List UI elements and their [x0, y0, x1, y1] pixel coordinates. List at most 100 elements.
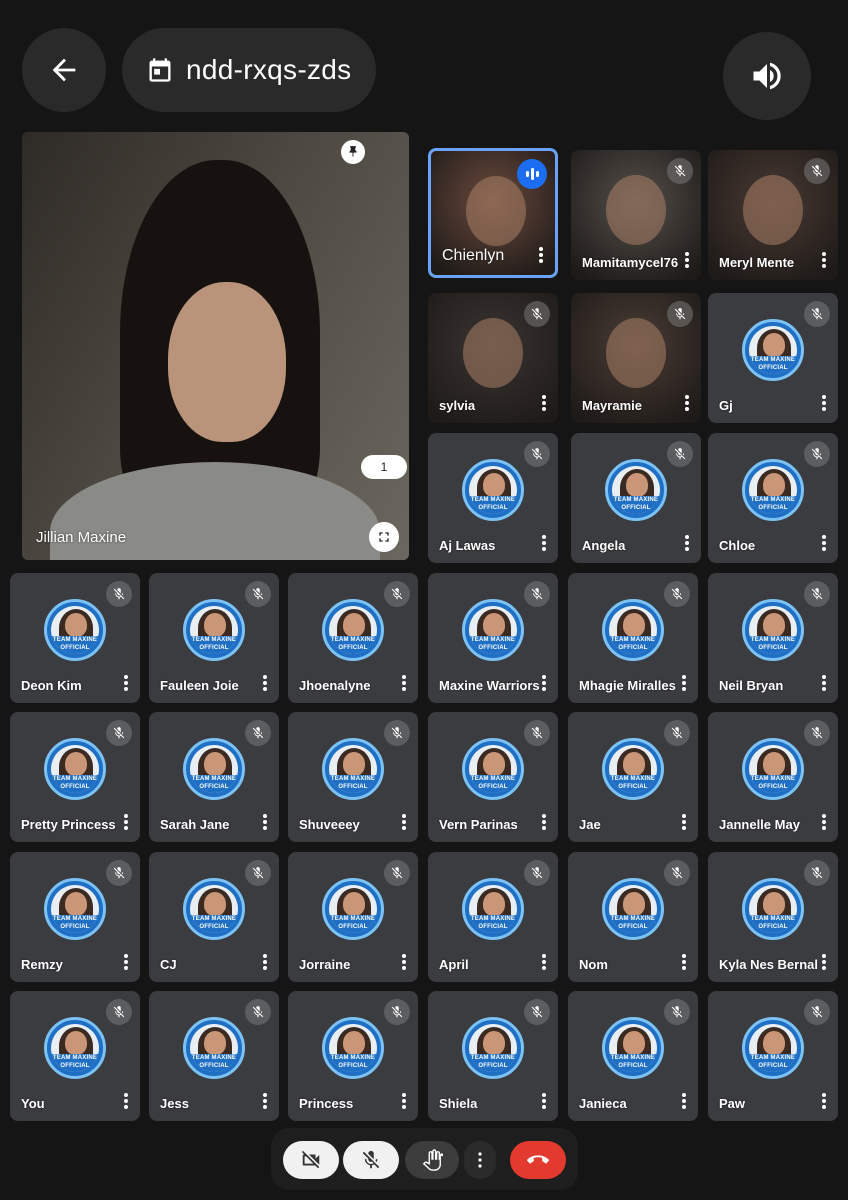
more-vert-icon[interactable] [822, 395, 826, 411]
participant-tile[interactable]: TEAM MAXINE OFFICIAL Maxine Warriors [428, 573, 558, 703]
participant-tile[interactable]: TEAM MAXINE OFFICIAL You [10, 991, 140, 1121]
pin-icon[interactable] [341, 140, 365, 164]
video-feed [743, 175, 803, 245]
raise-hand-button[interactable] [405, 1141, 459, 1179]
more-options-button[interactable] [464, 1141, 496, 1179]
more-vert-icon[interactable] [542, 1093, 546, 1109]
participant-tile[interactable]: TEAM MAXINE OFFICIAL Kyla Nes Bernal [708, 852, 838, 982]
participant-name: Paw [719, 1096, 746, 1111]
participant-tile[interactable]: TEAM MAXINE OFFICIAL Aj Lawas [428, 433, 558, 563]
end-call-button[interactable] [510, 1141, 566, 1179]
more-vert-icon[interactable] [539, 247, 543, 263]
more-vert-icon[interactable] [402, 675, 406, 691]
more-vert-icon[interactable] [542, 535, 546, 551]
participant-tile[interactable]: TEAM MAXINE OFFICIAL Mhagie Miralles [568, 573, 698, 703]
avatar: TEAM MAXINE OFFICIAL [322, 1017, 384, 1080]
participant-tile[interactable]: TEAM MAXINE OFFICIAL Pretty Princess [10, 712, 140, 842]
more-vert-icon[interactable] [124, 954, 128, 970]
participant-tile[interactable]: TEAM MAXINE OFFICIAL Angela [571, 433, 701, 563]
more-vert-icon[interactable] [822, 535, 826, 551]
more-vert-icon[interactable] [263, 954, 267, 970]
participant-tile[interactable]: sylvia [428, 293, 558, 423]
mic-muted-icon [804, 581, 830, 607]
more-vert-icon[interactable] [685, 535, 689, 551]
mic-muted-icon [804, 860, 830, 886]
more-vert-icon[interactable] [263, 1093, 267, 1109]
participant-tile[interactable]: TEAM MAXINE OFFICIAL Jae [568, 712, 698, 842]
participant-tile[interactable]: TEAM MAXINE OFFICIAL Jhoenalyne [288, 573, 418, 703]
participant-tile[interactable]: TEAM MAXINE OFFICIAL Vern Parinas [428, 712, 558, 842]
participant-tile[interactable]: TEAM MAXINE OFFICIAL Deon Kim [10, 573, 140, 703]
more-vert-icon[interactable] [822, 814, 826, 830]
participant-tile[interactable]: TEAM MAXINE OFFICIAL April [428, 852, 558, 982]
more-vert-icon[interactable] [402, 1093, 406, 1109]
avatar: TEAM MAXINE OFFICIAL [742, 459, 804, 522]
participant-tile[interactable]: Mayramie [571, 293, 701, 423]
participant-tile[interactable]: TEAM MAXINE OFFICIAL Paw [708, 991, 838, 1121]
video-feed [463, 318, 523, 388]
more-vert-icon[interactable] [402, 814, 406, 830]
participant-tile[interactable]: TEAM MAXINE OFFICIAL CJ [149, 852, 279, 982]
participant-name: Jorraine [299, 957, 351, 972]
more-vert-icon[interactable] [682, 954, 686, 970]
participant-tile[interactable]: TEAM MAXINE OFFICIAL Remzy [10, 852, 140, 982]
speaker-button[interactable] [723, 32, 811, 120]
participant-tile[interactable]: TEAM MAXINE OFFICIAL Sarah Jane [149, 712, 279, 842]
more-vert-icon[interactable] [124, 1093, 128, 1109]
avatar: TEAM MAXINE OFFICIAL [44, 1017, 106, 1080]
participant-name: Princess [299, 1096, 354, 1111]
participant-name: Angela [582, 538, 626, 553]
participant-tile[interactable]: Meryl Mente [708, 150, 838, 280]
participant-tile[interactable]: TEAM MAXINE OFFICIAL Nom [568, 852, 698, 982]
more-vert-icon[interactable] [124, 675, 128, 691]
participant-name: Kyla Nes Bernal [719, 957, 818, 972]
more-vert-icon[interactable] [263, 814, 267, 830]
video-feed [606, 318, 666, 388]
more-vert-icon[interactable] [822, 954, 826, 970]
participant-tile[interactable]: TEAM MAXINE OFFICIAL Gj [708, 293, 838, 423]
participant-name: Shuveeey [299, 817, 360, 832]
avatar: TEAM MAXINE OFFICIAL [462, 738, 524, 801]
participant-tile[interactable]: TEAM MAXINE OFFICIAL Shuveeey [288, 712, 418, 842]
participant-tile[interactable]: Mamitamycel76 [571, 150, 701, 280]
participant-tile[interactable]: TEAM MAXINE OFFICIAL Chloe [708, 433, 838, 563]
more-vert-icon[interactable] [682, 675, 686, 691]
camera-toggle-button[interactable] [283, 1141, 339, 1179]
meeting-code-chip[interactable]: ndd-rxqs-zds [122, 28, 376, 112]
video-feed [606, 175, 666, 245]
mic-muted-icon [524, 581, 550, 607]
participant-tile[interactable]: Chienlyn [428, 148, 558, 278]
participant-tile[interactable]: TEAM MAXINE OFFICIAL Neil Bryan [708, 573, 838, 703]
participant-name: Jae [579, 817, 601, 832]
more-vert-icon[interactable] [822, 252, 826, 268]
more-vert-icon[interactable] [822, 675, 826, 691]
mic-muted-icon [245, 581, 271, 607]
more-vert-icon[interactable] [402, 954, 406, 970]
more-vert-icon[interactable] [542, 954, 546, 970]
more-vert-icon[interactable] [542, 675, 546, 691]
more-vert-icon[interactable] [685, 252, 689, 268]
more-vert-icon[interactable] [822, 1093, 826, 1109]
fullscreen-icon[interactable] [369, 522, 399, 552]
participant-tile[interactable]: TEAM MAXINE OFFICIAL Jorraine [288, 852, 418, 982]
participant-tile[interactable]: TEAM MAXINE OFFICIAL Princess [288, 991, 418, 1121]
more-vert-icon[interactable] [124, 814, 128, 830]
participant-tile[interactable]: TEAM MAXINE OFFICIAL Fauleen Joie [149, 573, 279, 703]
participant-tile[interactable]: TEAM MAXINE OFFICIAL Janieca [568, 991, 698, 1121]
arrow-back-icon [52, 58, 76, 82]
participant-tile[interactable]: TEAM MAXINE OFFICIAL Jannelle May [708, 712, 838, 842]
back-button[interactable] [22, 28, 106, 112]
participant-name: Meryl Mente [719, 255, 795, 270]
more-vert-icon[interactable] [685, 395, 689, 411]
participant-tile[interactable]: TEAM MAXINE OFFICIAL Shiela [428, 991, 558, 1121]
more-vert-icon[interactable] [263, 675, 267, 691]
more-vert-icon[interactable] [682, 1093, 686, 1109]
pinned-participant-tile[interactable]: 1 Jillian Maxine [22, 132, 409, 560]
mic-muted-icon [524, 999, 550, 1025]
participant-tile[interactable]: TEAM MAXINE OFFICIAL Jess [149, 991, 279, 1121]
avatar: TEAM MAXINE OFFICIAL [183, 1017, 245, 1080]
more-vert-icon[interactable] [682, 814, 686, 830]
more-vert-icon[interactable] [542, 395, 546, 411]
mic-toggle-button[interactable] [343, 1141, 399, 1179]
more-vert-icon[interactable] [542, 814, 546, 830]
